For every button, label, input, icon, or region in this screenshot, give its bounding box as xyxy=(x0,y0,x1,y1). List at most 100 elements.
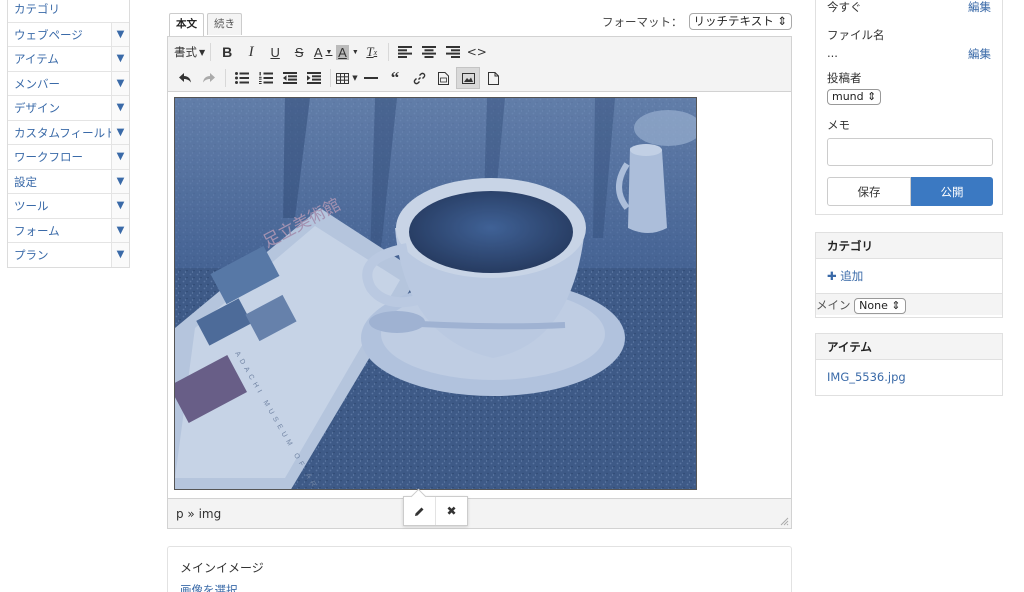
sidebar-item-item[interactable]: アイテム ▼ xyxy=(8,46,129,71)
toolbar-separator xyxy=(330,69,331,87)
sidebar-item-label: ウェブページ xyxy=(14,27,83,42)
main-category-select[interactable]: None ⇕ xyxy=(854,298,906,314)
element-path: p » img xyxy=(176,507,222,521)
main-image-panel: メインイメージ 画像を選択 xyxy=(167,546,792,592)
outdent-icon[interactable] xyxy=(279,67,301,89)
underline-icon[interactable]: U xyxy=(264,41,286,63)
main-image-title: メインイメージ xyxy=(180,561,264,575)
expand-arrow-icon[interactable]: ▼ xyxy=(111,194,129,218)
add-category-button[interactable]: ✚ 追加 xyxy=(827,269,863,283)
author-select-value: mund xyxy=(832,90,864,103)
background-color-icon[interactable]: A ▼ xyxy=(336,41,359,63)
align-center-icon[interactable] xyxy=(418,41,440,63)
editor-tabs: 本文 続き フォーマット： リッチテキスト ⇕ xyxy=(167,9,792,36)
numbered-list-icon[interactable] xyxy=(255,67,277,89)
sidebar-item-webpage[interactable]: ウェブページ ▼ xyxy=(8,21,129,46)
horizontal-rule-icon[interactable] xyxy=(360,67,382,89)
sidebar-item-label: プラン xyxy=(14,248,49,262)
indent-icon[interactable] xyxy=(303,67,325,89)
sidebar-item-settings[interactable]: 設定 ▼ xyxy=(8,168,129,193)
format-label: フォーマット： xyxy=(602,14,683,29)
select-image-link[interactable]: 画像を選択 xyxy=(180,582,779,592)
strikethrough-icon[interactable]: S xyxy=(288,41,310,63)
expand-arrow-icon[interactable]: ▼ xyxy=(111,22,129,46)
align-left-icon[interactable] xyxy=(394,41,416,63)
sidebar-item-design[interactable]: デザイン ▼ xyxy=(8,95,129,120)
item-file-link[interactable]: IMG_5536.jpg xyxy=(827,370,906,384)
rich-text-editor: 本文 続き フォーマット： リッチテキスト ⇕ 書式 ▼ B I U S A ▼ A… xyxy=(167,9,792,529)
publish-button[interactable]: 公開 xyxy=(911,177,993,206)
items-panel-title: アイテム xyxy=(816,334,1002,360)
author-label: 投稿者 xyxy=(827,71,862,85)
table-icon[interactable]: ▼ xyxy=(336,67,358,89)
main-category-label: メイン xyxy=(816,298,851,312)
expand-arrow-icon[interactable]: ▼ xyxy=(111,218,129,242)
resize-grip-icon[interactable] xyxy=(779,516,789,526)
toolbar-separator xyxy=(210,43,212,61)
expand-arrow-icon[interactable]: ▼ xyxy=(111,120,129,144)
editor-canvas[interactable]: 足立美術館 ADACHI MUSEUM OF ART xyxy=(167,92,792,498)
editor-toolbar: 書式 ▼ B I U S A ▼ A ▼ Tx <> ▼ “ xyxy=(167,36,792,92)
toolbar-separator xyxy=(387,43,389,61)
edit-filename-link[interactable]: 編集 xyxy=(968,46,991,62)
filename-value: ... xyxy=(827,46,838,60)
bold-icon[interactable]: B xyxy=(216,41,238,63)
format-menu-label: 書式 xyxy=(174,45,197,59)
redo-icon[interactable] xyxy=(198,67,220,89)
bullet-list-icon[interactable] xyxy=(231,67,253,89)
text-color-icon[interactable]: A ▼ xyxy=(312,41,334,63)
main-category-value: None xyxy=(859,299,888,312)
undo-icon[interactable] xyxy=(174,67,196,89)
insert-image-icon[interactable] xyxy=(456,67,480,89)
edit-image-pencil-icon[interactable] xyxy=(404,497,435,525)
save-button[interactable]: 保存 xyxy=(827,177,911,206)
coffee-photo: 足立美術館 ADACHI MUSEUM OF ART xyxy=(175,98,696,489)
format-selector: フォーマット： リッチテキスト ⇕ xyxy=(602,13,792,30)
element-path-bar: p » img xyxy=(167,498,792,529)
plus-icon: ✚ xyxy=(827,269,837,283)
author-select[interactable]: mund ⇕ xyxy=(827,89,882,105)
sidebar-item-form[interactable]: フォーム ▼ xyxy=(8,217,129,242)
sidebar-item-label: カスタムフィールド xyxy=(14,125,117,140)
insert-file-icon[interactable] xyxy=(432,67,454,89)
sidebar-item-tools[interactable]: ツール ▼ xyxy=(8,193,129,218)
format-menu-button[interactable]: 書式 ▼ xyxy=(174,41,205,63)
link-icon[interactable] xyxy=(408,67,430,89)
sidebar-item-label: 設定 xyxy=(14,174,37,189)
sidebar-item-label: デザイン xyxy=(14,101,60,115)
expand-arrow-icon[interactable]: ▼ xyxy=(111,71,129,95)
sidebar-item-workflow[interactable]: ワークフロー ▼ xyxy=(8,144,129,169)
source-code-icon[interactable]: <> xyxy=(466,41,488,63)
format-select-value: リッチテキスト xyxy=(693,14,774,28)
sidebar-item-member[interactable]: メンバー ▼ xyxy=(8,70,129,95)
memo-input[interactable] xyxy=(827,138,993,166)
sidebar-nav: カテゴリ ウェブページ ▼ アイテム ▼ メンバー ▼ デザイン ▼ カスタムフィールド… xyxy=(7,0,130,268)
align-right-icon[interactable] xyxy=(442,41,464,63)
toolbar-separator xyxy=(225,69,226,87)
tab-body[interactable]: 本文 xyxy=(169,13,204,36)
category-panel: カテゴリ ✚ 追加 メイン None ⇕ xyxy=(815,232,1003,318)
expand-arrow-icon[interactable]: ▼ xyxy=(111,96,129,120)
memo-label: メモ xyxy=(827,118,850,132)
sidebar-item-label: アイテム xyxy=(14,52,59,66)
edit-timing-link[interactable]: 編集 xyxy=(968,0,991,15)
expand-arrow-icon[interactable]: ▼ xyxy=(111,169,129,193)
blockquote-icon[interactable]: “ xyxy=(384,67,406,89)
items-panel: アイテム IMG_5536.jpg xyxy=(815,333,1003,396)
italic-icon[interactable]: I xyxy=(240,41,262,63)
sidebar-item-custom-field[interactable]: カスタムフィールド ▼ xyxy=(8,119,129,144)
new-document-icon[interactable] xyxy=(482,67,504,89)
remove-image-close-icon[interactable]: ✖ xyxy=(435,497,467,525)
sidebar-item-plan[interactable]: プラン ▼ xyxy=(8,242,129,267)
expand-arrow-icon[interactable]: ▼ xyxy=(111,47,129,71)
clear-format-icon[interactable]: Tx xyxy=(361,41,383,63)
embedded-photo[interactable]: 足立美術館 ADACHI MUSEUM OF ART xyxy=(174,97,697,490)
format-select[interactable]: リッチテキスト ⇕ xyxy=(688,13,792,30)
sidebar-item-category[interactable]: カテゴリ xyxy=(8,0,129,22)
expand-arrow-icon[interactable]: ▼ xyxy=(111,145,129,169)
sidebar-item-label: メンバー xyxy=(14,76,60,91)
image-context-toolbar: ✖ xyxy=(403,496,468,526)
sidebar-item-label: カテゴリ xyxy=(14,2,60,16)
tab-more[interactable]: 続き xyxy=(207,13,242,35)
expand-arrow-icon[interactable]: ▼ xyxy=(111,243,129,267)
